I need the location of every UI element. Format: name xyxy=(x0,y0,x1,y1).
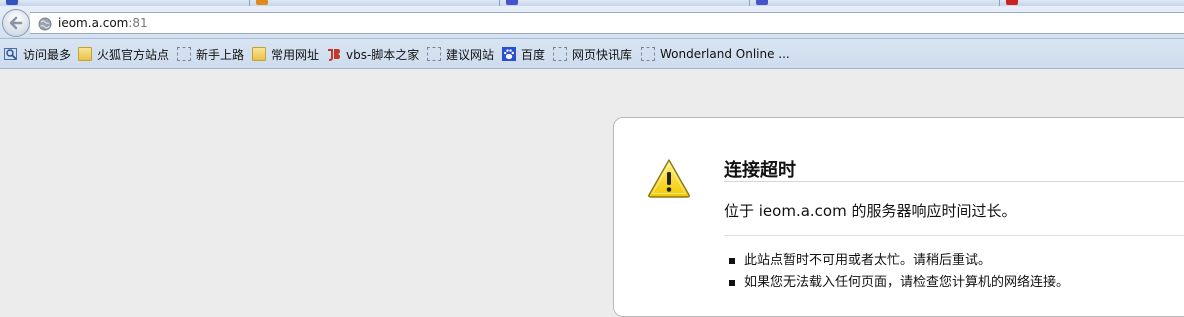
bookmark-label: 常用网址 xyxy=(271,47,320,62)
tab-favicon-icon xyxy=(506,0,518,5)
blank-page-icon xyxy=(641,47,655,61)
bookmark-vbs-jb51[interactable]: vbs-脚本之家 xyxy=(327,45,419,63)
bookmark-baidu[interactable]: 百度 xyxy=(502,45,545,63)
error-suggestions-list: 此站点暂时不可用或者太忙。请稍后重试。 如果您无法载入任何页面，请检查您计算机的… xyxy=(729,252,1069,296)
jb51-logo-icon xyxy=(327,47,341,61)
bookmark-wonderland-online[interactable]: Wonderland Online ... xyxy=(641,45,790,63)
bookmark-getting-started[interactable]: 新手上路 xyxy=(177,45,244,63)
page-content: 连接超时 位于 ieom.a.com 的服务器响应时间过长。 此站点暂时不可用或… xyxy=(0,69,1184,317)
bookmark-label: 建议网站 xyxy=(446,47,495,62)
warning-icon xyxy=(647,158,691,202)
folder-icon xyxy=(252,47,266,61)
blank-page-icon xyxy=(553,47,567,61)
bookmark-suggested-sites[interactable]: 建议网站 xyxy=(427,45,494,63)
back-arrow-icon xyxy=(9,16,23,30)
bookmark-label: 网页快讯库 xyxy=(572,47,633,62)
bookmark-label: 百度 xyxy=(521,47,546,62)
navigation-bar: ieom.a.com:81 xyxy=(0,6,1184,39)
url-port: :81 xyxy=(128,16,148,30)
error-title: 连接超时 xyxy=(724,160,796,181)
error-description: 位于 ieom.a.com 的服务器响应时间过长。 xyxy=(724,202,1017,220)
list-item: 如果您无法载入任何页面，请检查您计算机的网络连接。 xyxy=(729,274,1069,296)
error-panel: 连接超时 位于 ieom.a.com 的服务器响应时间过长。 此站点暂时不可用或… xyxy=(613,117,1184,317)
bookmark-label: 新手上路 xyxy=(196,47,245,62)
bookmark-common-sites[interactable]: 常用网址 xyxy=(252,45,319,63)
most-visited-icon xyxy=(4,47,18,61)
bookmark-label: vbs-脚本之家 xyxy=(346,47,420,62)
globe-icon xyxy=(38,16,52,35)
divider xyxy=(724,235,1184,236)
address-bar[interactable]: ieom.a.com:81 xyxy=(30,12,1184,34)
bookmark-most-visited[interactable]: 访问最多 xyxy=(4,45,71,63)
divider xyxy=(724,181,1184,182)
bookmark-web-slices[interactable]: 网页快讯库 xyxy=(553,45,632,63)
list-item: 此站点暂时不可用或者太忙。请稍后重试。 xyxy=(729,252,1069,274)
baidu-paw-icon xyxy=(502,47,516,61)
bookmark-label: 访问最多 xyxy=(23,47,72,62)
blank-page-icon xyxy=(177,47,191,61)
back-button[interactable] xyxy=(2,9,30,37)
bookmark-label: Wonderland Online ... xyxy=(660,47,790,61)
url-text[interactable]: ieom.a.com:81 xyxy=(58,16,148,30)
folder-icon xyxy=(78,47,92,61)
tab-favicon-icon xyxy=(6,0,18,5)
tab-favicon-icon xyxy=(756,0,768,5)
url-host: ieom.a.com xyxy=(58,16,129,30)
bookmark-firefox-official[interactable]: 火狐官方站点 xyxy=(78,45,169,63)
tab-favicon-icon xyxy=(1006,0,1018,5)
bookmarks-toolbar: 访问最多 火狐官方站点 新手上路 常用网址 vbs-脚本之家 建议网站 百度 网… xyxy=(0,39,1184,69)
blank-page-icon xyxy=(427,47,441,61)
tab-favicon-icon xyxy=(256,0,268,5)
bookmark-label: 火狐官方站点 xyxy=(97,47,170,62)
